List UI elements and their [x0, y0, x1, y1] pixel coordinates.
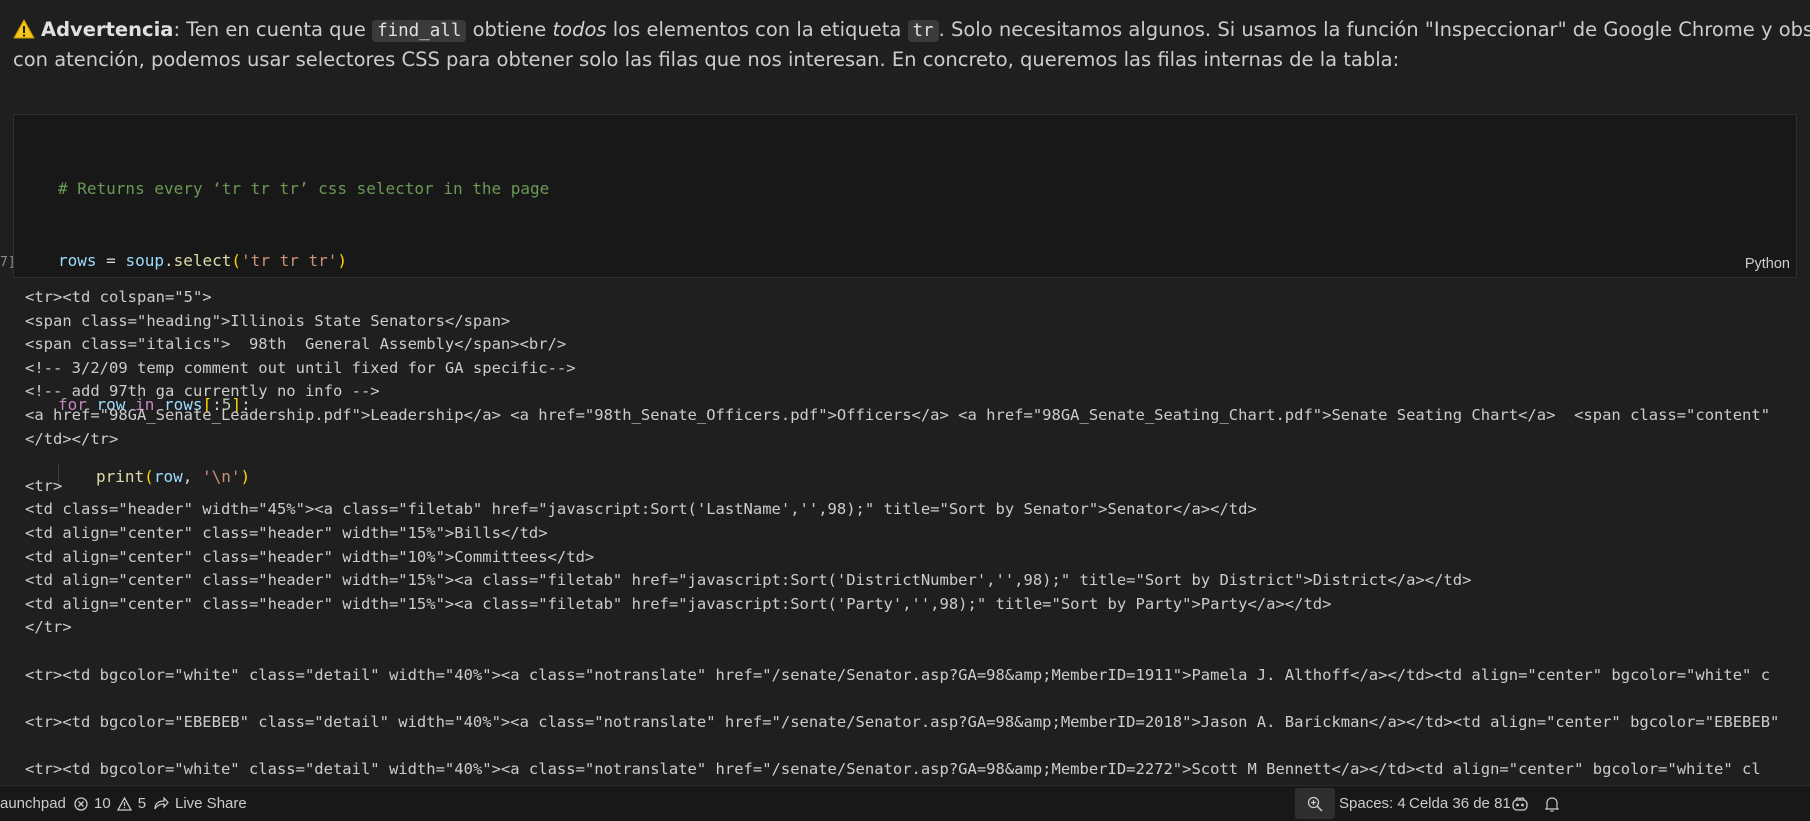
output-line: <tr><td bgcolor="white" class="detail" w…: [25, 759, 1761, 778]
emphasis-todos: todos: [552, 18, 607, 41]
launchpad-label: aunchpad: [0, 795, 66, 812]
code-token: 'tr tr tr': [241, 251, 338, 270]
copilot-item[interactable]: [1511, 786, 1529, 821]
code-line-1[interactable]: # Returns every ‘tr tr tr’ css selector …: [58, 177, 549, 201]
cell-position-item[interactable]: Celda 36 de 81: [1409, 786, 1511, 821]
output-line: <span class="heading">Illinois State Sen…: [25, 311, 511, 330]
inline-code-tr: tr: [907, 20, 939, 42]
output-line: <td class="header" width="45%"><a class=…: [25, 500, 1257, 519]
output-line: <td align="center" class="header" width=…: [25, 547, 595, 566]
status-bar: aunchpad 10 5 Live Share Spaces: 4 Celda…: [0, 785, 1810, 821]
markdown-line-2: con atención, podemos usar selectores CS…: [13, 47, 1400, 71]
markdown-text: : Ten en cuenta que: [173, 18, 373, 41]
output-line: <tr><td bgcolor="white" class="detail" w…: [25, 665, 1771, 684]
code-comment: # Returns every ‘tr tr tr’ css selector …: [58, 179, 550, 198]
copilot-icon: [1512, 796, 1528, 811]
warning-label: Advertencia: [41, 18, 174, 41]
inline-code-find-all: find_all: [372, 20, 467, 42]
live-share-item[interactable]: Live Share: [153, 786, 247, 821]
live-share-icon: [154, 796, 169, 809]
output-line: <tr>: [25, 476, 63, 495]
notifications-item[interactable]: [1545, 786, 1559, 821]
output-line: <tr><td colspan="5">: [25, 288, 212, 306]
spaces-label: Spaces: 4: [1339, 795, 1406, 812]
bell-icon: [1545, 796, 1559, 812]
markdown-cell: Advertencia: Ten en cuenta que find_all …: [13, 16, 1810, 74]
code-cell-editor[interactable]: # Returns every ‘tr tr tr’ css selector …: [13, 114, 1797, 489]
live-share-label: Live Share: [175, 795, 247, 812]
output-line: <tr><td bgcolor="EBEBEB" class="detail" …: [25, 712, 1780, 731]
output-line: <span class="italics"> 98th General Asse…: [25, 335, 567, 354]
markdown-text: obtiene: [466, 18, 553, 41]
error-count: 10: [94, 795, 111, 812]
code-token: soup: [125, 251, 164, 270]
indentation-item[interactable]: Spaces: 4: [1339, 786, 1406, 821]
warning-count: 5: [137, 795, 147, 812]
code-token: .: [163, 251, 174, 270]
output-line: </td></tr>: [25, 429, 119, 448]
output-line: <!-- 3/2/09 temp comment out until fixed…: [25, 358, 576, 377]
markdown-text: . Solo necesitamos algunos. Si usamos la…: [938, 18, 1810, 41]
output-line: </tr>: [25, 618, 72, 637]
cell-language-picker[interactable]: Python: [1745, 256, 1790, 272]
code-token: rows: [58, 251, 97, 270]
code-token: (: [231, 251, 242, 270]
cell-position-label: Celda 36 de 81: [1409, 795, 1511, 812]
output-line: <td align="center" class="header" width=…: [25, 594, 1332, 613]
markdown-text: los elementos con la etiqueta: [606, 18, 908, 41]
output-line: <td align="center" class="header" width=…: [25, 571, 1472, 590]
code-token: ): [337, 251, 348, 270]
code-line-2[interactable]: rows = soup.select('tr tr tr'): [58, 249, 549, 273]
error-icon: [74, 796, 88, 811]
code-token: select: [173, 251, 232, 270]
warning-status-icon: [116, 796, 132, 811]
output-line: <!-- add 97th ga currently no info -->: [25, 382, 380, 401]
output-line: <td align="center" class="header" width=…: [25, 523, 548, 542]
execution-count: 7]: [0, 255, 16, 270]
output-line: <a href="98GA_Senate_Leadership.pdf">Lea…: [25, 405, 1771, 424]
code-token: =: [96, 251, 126, 270]
launchpad-item[interactable]: aunchpad: [0, 786, 66, 821]
markdown-line-1: Advertencia: Ten en cuenta que find_all …: [13, 16, 1810, 46]
cell-output: <tr><td colspan="5"> <span class="heading…: [25, 286, 1810, 791]
problems-item[interactable]: 10 5: [74, 786, 146, 821]
warning-icon: [13, 19, 35, 39]
zoom-item[interactable]: [1295, 788, 1335, 819]
zoom-icon: [1307, 796, 1323, 812]
